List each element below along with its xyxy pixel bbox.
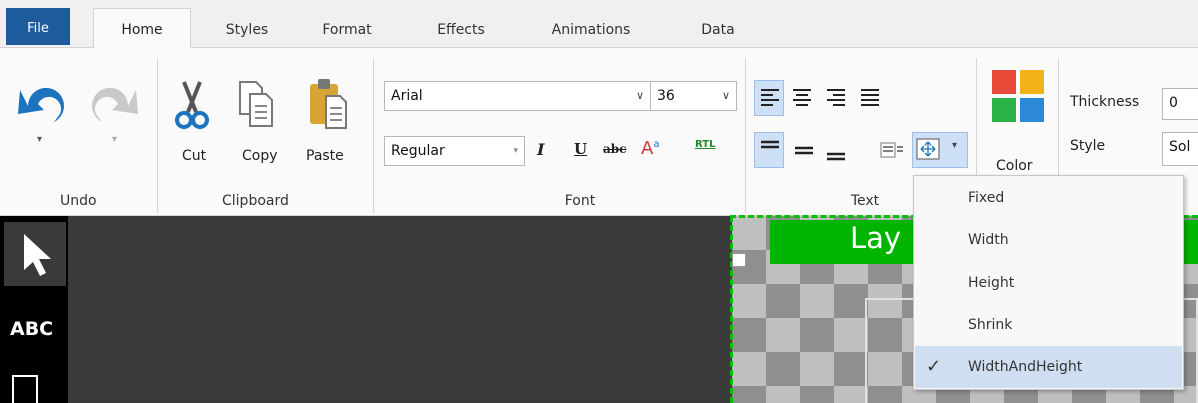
font-style-select[interactable]: Regular ▾ (384, 136, 525, 166)
menu-item-label: Height (968, 275, 1015, 291)
menu-item-height[interactable]: Height (915, 262, 1182, 304)
group-separator (157, 58, 158, 213)
align-left-icon (760, 88, 780, 110)
superscript-icon[interactable]: Aa (641, 138, 659, 159)
paste-icon[interactable] (306, 76, 350, 136)
layer-text: Lay (850, 221, 902, 255)
menu-item-shrink[interactable]: Shrink (915, 304, 1182, 346)
paste-label[interactable]: Paste (306, 148, 344, 164)
canvas-left-dashed-border (730, 216, 733, 403)
undo-group-label: Undo (60, 193, 97, 209)
align-center-icon[interactable] (792, 88, 812, 110)
tab-format[interactable]: Format (312, 12, 382, 47)
tab-file[interactable]: File (6, 8, 70, 45)
chevron-down-icon: ∨ (635, 89, 644, 102)
tab-data[interactable]: Data (690, 12, 746, 47)
rectangle-tool-icon[interactable] (12, 375, 38, 403)
valign-middle-icon[interactable] (794, 144, 814, 164)
redo-dropdown-icon: ▾ (112, 134, 118, 145)
line-style-value: Sol (1169, 139, 1191, 155)
menu-item-label: Fixed (968, 190, 1005, 206)
ribbon-tab-bar: File Home Styles Format Effects Animatio… (0, 0, 1198, 48)
cut-icon[interactable] (172, 78, 212, 138)
valign-top-icon (760, 140, 780, 160)
select-tool-button[interactable] (4, 222, 66, 286)
copy-icon[interactable] (236, 80, 276, 134)
color-label[interactable]: Color (996, 158, 1033, 174)
menu-item-label: Width (968, 232, 1009, 248)
tab-styles[interactable]: Styles (212, 12, 282, 47)
menu-item-label: Shrink (968, 317, 1013, 333)
menu-item-label: WidthAndHeight (968, 359, 1083, 375)
align-justify-icon[interactable] (860, 88, 880, 110)
undo-dropdown-icon[interactable]: ▾ (37, 134, 42, 145)
menu-item-fixed[interactable]: Fixed (915, 177, 1182, 219)
chevron-down-icon: ▾ (513, 146, 518, 156)
align-right-icon[interactable] (826, 88, 846, 110)
color-palette-icon[interactable] (990, 68, 1046, 128)
clipboard-group-label: Clipboard (222, 193, 289, 209)
tab-effects[interactable]: Effects (424, 12, 498, 47)
font-group-label: Font (564, 193, 596, 209)
font-family-select[interactable]: Arial ∨ (384, 81, 651, 111)
undo-icon[interactable] (14, 80, 74, 134)
line-style-label: Style (1070, 138, 1106, 154)
underline-icon[interactable]: U (574, 140, 587, 158)
text-tool-button[interactable]: ABC (10, 318, 53, 340)
tab-home[interactable]: Home (93, 8, 191, 48)
cut-label[interactable]: Cut (182, 148, 206, 164)
group-separator (373, 58, 374, 213)
tab-animations[interactable]: Animations (536, 12, 646, 47)
resize-handle[interactable] (732, 253, 746, 267)
checkmark-icon: ✓ (926, 356, 942, 377)
font-size-select[interactable]: 36 ∨ (650, 81, 737, 111)
text-group-label: Text (850, 193, 880, 209)
copy-label[interactable]: Copy (242, 148, 278, 164)
workspace-background (0, 216, 732, 403)
redo-icon[interactable] (82, 80, 142, 134)
thickness-input[interactable]: 0 (1162, 88, 1198, 120)
chevron-down-icon: ∨ (721, 89, 730, 102)
thickness-value: 0 (1169, 95, 1178, 111)
italic-icon[interactable]: I (537, 140, 544, 159)
menu-item-width[interactable]: Width (915, 219, 1182, 261)
font-size-value: 36 (657, 88, 675, 104)
strikethrough-icon[interactable]: abc (603, 142, 626, 156)
valign-bottom-icon[interactable] (826, 148, 846, 168)
rtl-icon[interactable]: RTL (695, 139, 715, 150)
font-family-value: Arial (391, 88, 423, 104)
autosize-icon (916, 138, 940, 164)
chevron-down-icon: ▾ (952, 140, 958, 151)
line-style-select[interactable]: Sol (1162, 132, 1198, 166)
thickness-label: Thickness (1070, 94, 1140, 110)
text-wrap-icon[interactable] (880, 140, 904, 164)
pointer-icon (24, 234, 51, 276)
menu-item-width-and-height[interactable]: ✓ WidthAndHeight (915, 346, 1182, 388)
autosize-dropdown-menu: Fixed Width Height Shrink ✓ WidthAndHeig… (913, 175, 1184, 390)
group-separator (745, 58, 746, 213)
font-style-value: Regular (391, 143, 445, 159)
